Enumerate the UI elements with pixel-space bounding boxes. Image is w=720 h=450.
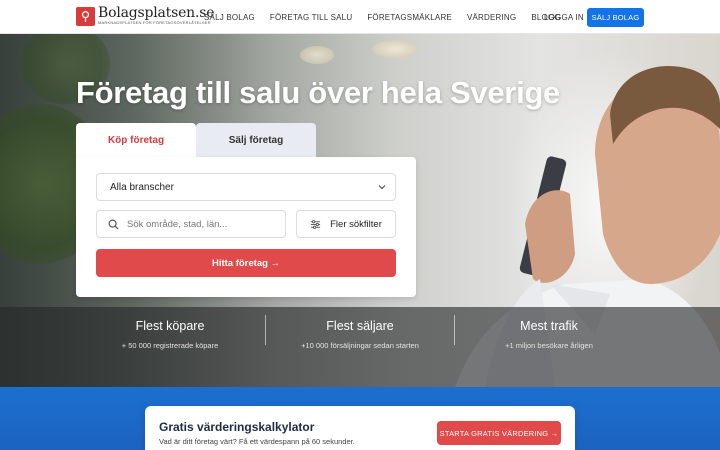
sell-company-button[interactable]: SÄLJ BOLAG [587,8,644,27]
more-filters-button[interactable]: Fler sökfilter [296,210,396,238]
logo-tagline: Marknadsplatsen för företagsöverlåtelser [98,20,211,25]
stat-subtitle: +10 000 försäljningar sedan starten [301,341,419,350]
nav-item-salj-bolag[interactable]: SÄLJ BOLAG [204,13,255,22]
location-search-input[interactable] [127,218,277,230]
find-companies-button[interactable]: Hitta företag → [96,249,396,277]
industry-select[interactable]: Alla branscher [96,173,396,201]
location-search-field[interactable] [96,210,286,238]
nav-item-foretagsmaklare[interactable]: FÖRETAGSMÄKLARE [367,13,452,22]
tab-sell-company[interactable]: Sälj företag [196,123,316,157]
valuation-subtitle: Vad är ditt företag värt? Få ett värdesp… [159,437,355,446]
site-logo[interactable]: Bolagsplatsen.se Marknadsplatsen för för… [76,5,215,26]
start-valuation-button[interactable]: STARTA GRATIS VÄRDERING → [437,421,561,445]
stat-title: Mest trafik [520,319,578,333]
hero-title: Företag till salu över hela Sverige [76,75,560,110]
sliders-icon [311,219,321,229]
main-nav: SÄLJ BOLAG FÖRETAG TILL SALU FÖRETAGSMÄK… [204,0,576,34]
nav-item-vardering[interactable]: VÄRDERING [467,13,516,22]
stats-bar: Flest köpare + 50 000 registrerade köpar… [0,307,720,387]
more-filters-label: Fler sökfilter [330,218,382,230]
search-icon [108,219,119,230]
stat-title: Flest köpare [135,319,205,333]
nav-item-foretag-till-salu[interactable]: FÖRETAG TILL SALU [270,13,352,22]
logo-mark-icon [76,6,95,26]
stat-title: Flest säljare [326,319,394,333]
top-header: Bolagsplatsen.se Marknadsplatsen för för… [0,0,720,34]
industry-select-value: Alla branscher [110,181,174,193]
logo-name: Bolagsplatsen.se [98,5,215,21]
valuation-title: Gratis värderingskalkylator [159,420,315,434]
tab-buy-company[interactable]: Köp företag [76,123,196,157]
chevron-down-icon [378,185,386,190]
login-link[interactable]: LOGGA IN [544,13,584,22]
search-card: Alla branscher Fler sökfilter Hitta före… [76,157,416,297]
stat-subtitle: +1 miljon besökare årligen [505,341,593,350]
stat-subtitle: + 50 000 registrerade köpare [121,341,219,350]
valuation-card: Gratis värderingskalkylator Vad är ditt … [145,406,575,450]
